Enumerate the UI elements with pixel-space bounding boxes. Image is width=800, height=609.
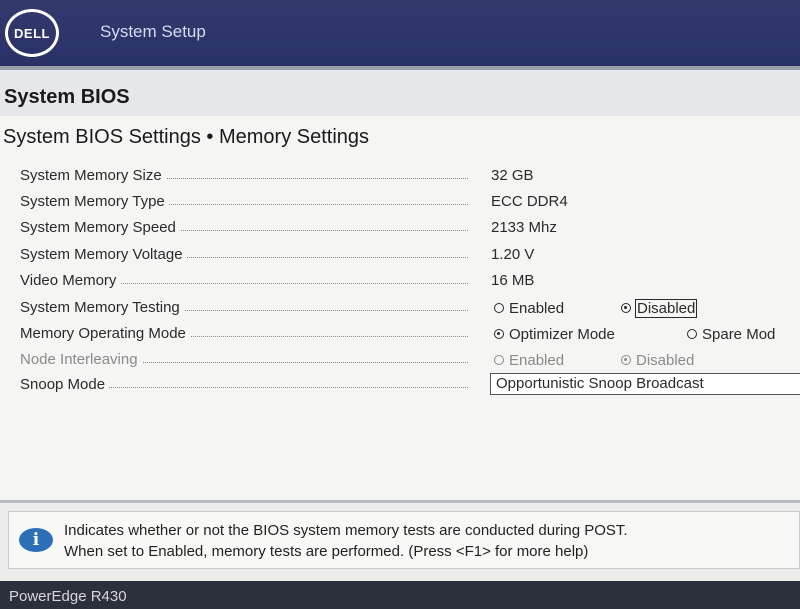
radio-button-selected-icon[interactable] — [621, 303, 631, 313]
setting-label: Memory Operating Mode — [20, 323, 190, 345]
option-label: Optimizer Mode — [509, 325, 615, 343]
info-icon: i — [19, 528, 53, 552]
option-label: Disabled — [636, 351, 695, 369]
setting-label: Snoop Mode — [20, 374, 110, 396]
setting-row-video-memory: Video Memory 16 MB — [20, 270, 800, 294]
setting-label: Video Memory — [20, 270, 121, 292]
help-text: Indicates whether or not the BIOS system… — [64, 520, 794, 562]
setting-row-memory-voltage: System Memory Voltage 1.20 V — [20, 244, 800, 268]
radio-button-icon[interactable] — [494, 303, 504, 313]
radio-option-spare-mode[interactable]: Spare Mod — [687, 323, 775, 345]
option-label: Spare Mod — [702, 325, 776, 343]
setting-label: System Memory Testing — [20, 297, 184, 319]
bottom-bar: PowerEdge R430 — [0, 581, 800, 609]
setting-row-memory-operating-mode: Memory Operating Mode Optimizer Mode Spa… — [20, 323, 800, 347]
bios-screen: DELL System Setup System BIOS System BIO… — [0, 0, 800, 609]
setting-row-node-interleaving: Node Interleaving Enabled Disabled — [20, 349, 800, 373]
top-bar: DELL System Setup — [0, 0, 800, 66]
setting-label: System Memory Type — [20, 191, 169, 213]
radio-button-icon — [494, 355, 504, 365]
setting-label: System Memory Speed — [20, 217, 180, 239]
help-line-2: When set to Enabled, memory tests are pe… — [64, 543, 589, 560]
snoop-mode-select[interactable]: Opportunistic Snoop Broadcast — [490, 373, 800, 395]
setting-row-memory-type: System Memory Type ECC DDR4 — [20, 191, 800, 215]
app-title: System Setup — [100, 22, 206, 41]
help-line-1: Indicates whether or not the BIOS system… — [64, 522, 628, 539]
section-title: System BIOS — [4, 86, 130, 108]
help-area: i Indicates whether or not the BIOS syst… — [0, 503, 800, 581]
setting-value: ECC DDR4 — [491, 193, 568, 210]
radio-option-optimizer-mode[interactable]: Optimizer Mode — [494, 323, 615, 345]
option-label: Disabled — [634, 298, 698, 318]
setting-value: 32 GB — [491, 167, 534, 184]
section-header: System BIOS — [0, 66, 800, 116]
setting-row-memory-speed: System Memory Speed 2133 Mhz — [20, 217, 800, 241]
dell-logo: DELL — [5, 9, 59, 57]
setting-value: 2133 Mhz — [491, 219, 557, 236]
radio-button-selected-icon — [621, 355, 631, 365]
radio-option-disabled: Disabled — [621, 349, 694, 371]
setting-label: Node Interleaving — [20, 349, 142, 371]
setting-value: 16 MB — [491, 272, 535, 289]
setting-label: System Memory Size — [20, 165, 166, 187]
help-box: i Indicates whether or not the BIOS syst… — [8, 511, 800, 569]
radio-button-icon[interactable] — [687, 329, 697, 339]
option-label: Enabled — [509, 299, 565, 317]
radio-option-disabled[interactable]: Disabled — [621, 297, 698, 319]
setting-row-memory-testing: System Memory Testing Enabled Disabled — [20, 297, 800, 321]
radio-option-enabled[interactable]: Enabled — [494, 297, 564, 319]
radio-option-enabled: Enabled — [494, 349, 564, 371]
radio-button-selected-icon[interactable] — [494, 329, 504, 339]
setting-row-memory-size: System Memory Size 32 GB — [20, 165, 800, 189]
setting-row-snoop-mode: Snoop Mode Opportunistic Snoop Broadcast — [20, 373, 800, 398]
setting-label: System Memory Voltage — [20, 244, 187, 266]
setting-value: 1.20 V — [491, 246, 535, 263]
page-title: System BIOS Settings • Memory Settings — [3, 126, 370, 148]
option-label: Enabled — [509, 351, 565, 369]
model-name: PowerEdge R430 — [9, 588, 127, 605]
